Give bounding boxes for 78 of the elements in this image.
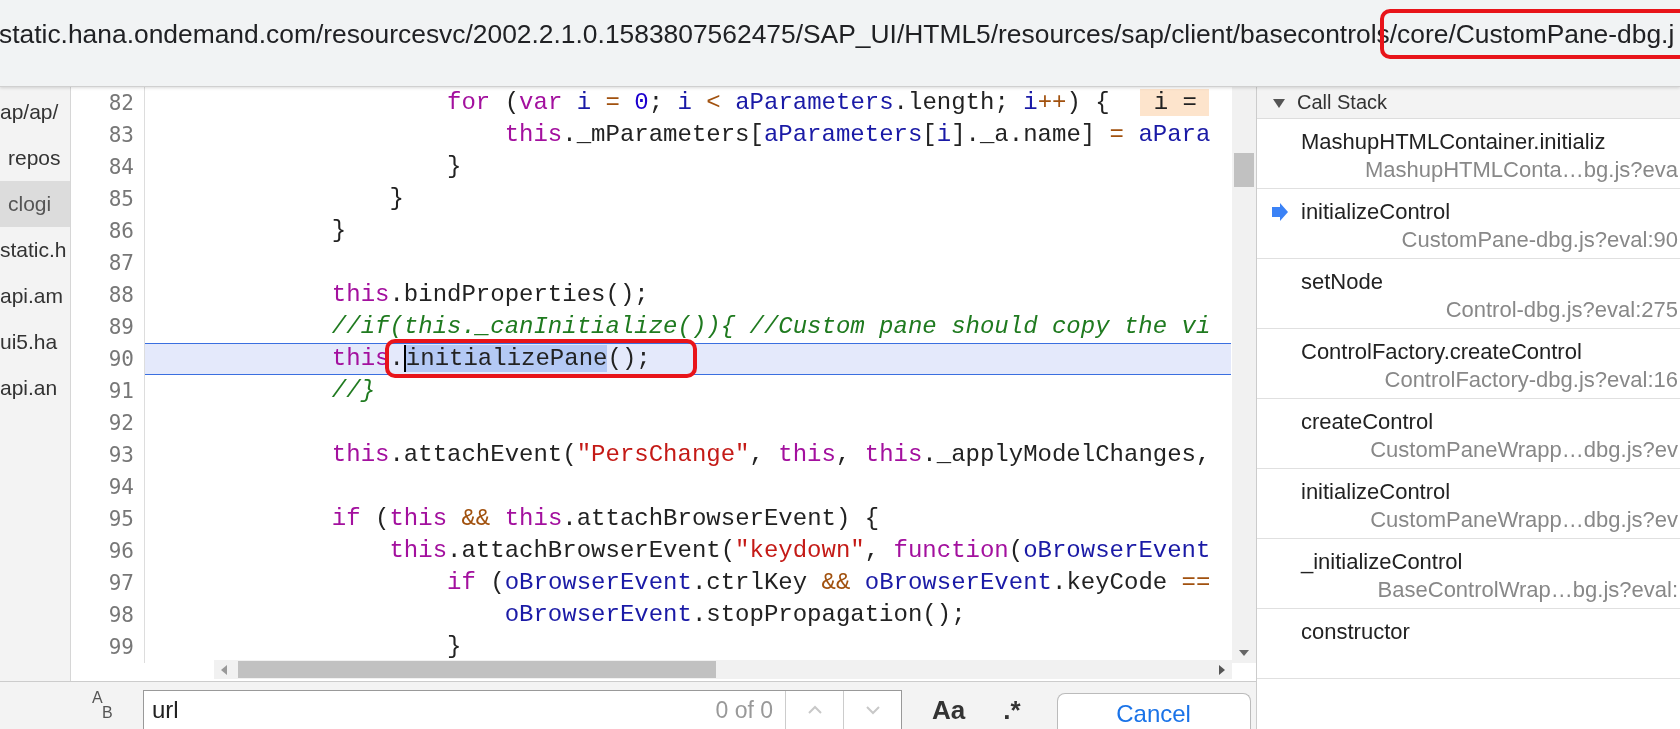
function-name: createControl — [1301, 409, 1434, 435]
cancel-button[interactable]: Cancel — [1056, 693, 1251, 729]
line-number: 93 — [71, 439, 145, 471]
function-name: setNode — [1301, 269, 1383, 295]
call-frame[interactable]: ControlFactory.createControl ControlFactory-dbg.js?eval:16 — [1257, 329, 1680, 399]
scroll-thumb[interactable] — [238, 661, 716, 678]
source-location: CustomPaneWrapp…dbg.js?ev — [1369, 507, 1679, 533]
code-line: } — [446, 632, 463, 662]
caret-right-icon — [1218, 663, 1226, 676]
function-name: initializeControl — [1301, 479, 1451, 505]
source-location: MashupHTMLConta…bg.js?eva — [1363, 157, 1679, 183]
tree-item[interactable]: api.an — [0, 365, 70, 411]
function-name: ControlFactory.createControl — [1301, 339, 1582, 365]
function-name: constructor — [1301, 619, 1410, 645]
call-frame[interactable]: initializeControl CustomPaneWrapp…dbg.js?ev — [1257, 469, 1680, 539]
call-frame[interactable]: MashupHTMLContainer.initializ MashupHTMLConta…bg.js?eva — [1257, 119, 1680, 189]
vertical-scrollbar[interactable] — [1232, 87, 1256, 663]
code-line: if (this && this.attachBrowserEvent) { — [330, 504, 881, 534]
code-line: //if(this._canInitialize()){ //Custom pane should copy the vi — [330, 312, 1212, 342]
line-number: 88 — [71, 279, 145, 311]
source-location: ControlFactory-dbg.js?eval:16 — [1383, 367, 1679, 393]
replace-toggle[interactable]: A B — [70, 682, 126, 722]
call-frame[interactable]: initializeControl CustomPane-dbg.js?eval:90 — [1257, 189, 1680, 259]
section-title: Call Stack — [1297, 91, 1388, 114]
scroll-thumb[interactable] — [1234, 153, 1254, 187]
line-number: 91 — [71, 375, 145, 407]
line-number: 82 — [71, 87, 145, 119]
section-header[interactable]: Call Stack — [1257, 87, 1680, 119]
code-line: this.attachEvent("PersChange", this, this._applyModelChanges, — [330, 440, 1212, 470]
code-line: this.attachBrowserEvent("keydown", function(oBrowserEvent — [388, 536, 1212, 566]
call-frame[interactable]: _initializeControl BaseControlWrap…bg.js?eval: — [1257, 539, 1680, 609]
tree-item[interactable]: api.am — [0, 273, 70, 319]
line-number: 96 — [71, 535, 145, 567]
code-line: } — [388, 184, 405, 214]
match-count: 0 of 0 — [715, 696, 774, 724]
code-line: } — [446, 152, 463, 182]
line-number: 89 — [71, 311, 145, 343]
function-name: initializeControl — [1301, 199, 1451, 225]
chevron-up-icon — [806, 705, 823, 715]
code-line: oBrowserEvent.stopPropagation(); — [503, 600, 967, 630]
source-location: CustomPaneWrapp…dbg.js?ev — [1369, 437, 1679, 463]
line-number: 94 — [71, 471, 145, 503]
tree-item[interactable]: ap/ap/ — [0, 89, 70, 135]
line-number: 97 — [71, 567, 145, 599]
function-name: _initializeControl — [1301, 549, 1463, 575]
line-number: 92 — [71, 407, 145, 439]
triangle-down-icon — [1273, 96, 1285, 109]
code-line: this.bindProperties(); — [330, 280, 650, 310]
chevron-down-icon — [864, 705, 881, 715]
horizontal-scrollbar[interactable] — [214, 660, 1232, 679]
tree-item[interactable]: static.h — [0, 227, 70, 273]
tree-item[interactable]: clogi — [0, 181, 70, 227]
function-name: MashupHTMLContainer.initializ — [1301, 129, 1606, 155]
line-number: 99 — [71, 631, 145, 663]
line-number: 95 — [71, 503, 145, 535]
tree-item[interactable]: repos — [0, 135, 70, 181]
code-line: //} — [330, 376, 377, 406]
tree-item[interactable]: ui5.ha — [0, 319, 70, 365]
regex-button[interactable]: .* — [999, 691, 1025, 729]
line-number: 85 — [71, 183, 145, 215]
line-number: 83 — [71, 119, 145, 151]
line-number: 98 — [71, 599, 145, 631]
call-frame[interactable]: setNode Control-dbg.js?eval:275 — [1257, 259, 1680, 329]
code-line: } — [330, 216, 348, 246]
call-frame[interactable]: constructor — [1257, 609, 1680, 679]
line-number: 86 — [71, 215, 145, 247]
code-line: for (var i = 0; i < aParameters.length; i++) { i = — [145, 87, 1231, 119]
match-case-button[interactable]: Aa — [928, 691, 970, 729]
line-number: 84 — [71, 151, 145, 183]
caret-left-icon — [220, 663, 228, 676]
code-line: this._mParameters[aParameters[i]._a.name] = aPara — [503, 120, 1212, 150]
code-line: if (oBrowserEvent.ctrlKey && oBrowserEvent.keyCode == — [446, 568, 1212, 598]
source-location: CustomPane-dbg.js?eval:90 — [1400, 227, 1679, 253]
caret-down-icon — [1238, 649, 1250, 657]
call-frame[interactable]: createControl CustomPaneWrapp…dbg.js?ev — [1257, 399, 1680, 469]
source-location: BaseControlWrap…bg.js?eval: — [1376, 577, 1679, 603]
source-location: Control-dbg.js?eval:275 — [1444, 297, 1679, 323]
line-number: 87 — [71, 247, 145, 279]
